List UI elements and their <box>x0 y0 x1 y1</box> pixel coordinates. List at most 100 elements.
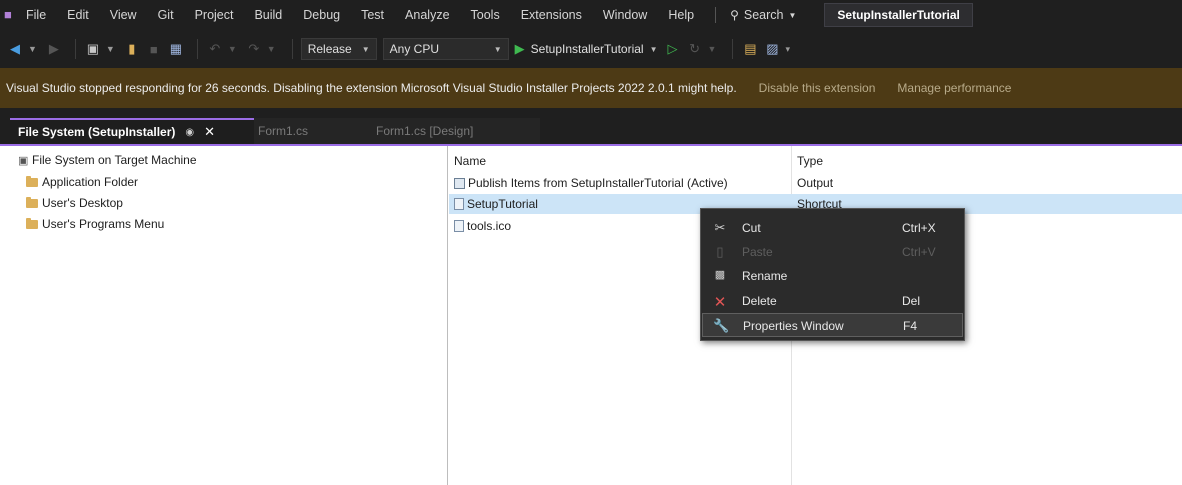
performance-infobar: Visual Studio stopped responding for 26 … <box>0 68 1182 108</box>
save-icon[interactable]: ■ <box>145 40 163 58</box>
toolbar-options-icon[interactable]: ▾ <box>785 44 790 55</box>
menu-item-shortcut: Ctrl+X <box>902 221 936 235</box>
search-button[interactable]: ⚲ Search ▼ <box>730 8 796 22</box>
column-header-type[interactable]: Type <box>797 154 823 168</box>
menu-extensions[interactable]: Extensions <box>521 8 582 22</box>
visual-studio-logo-icon[interactable]: ■ <box>4 8 14 22</box>
row-name: tools.ico <box>467 219 512 233</box>
navigate-back-icon[interactable]: ◀ <box>6 40 24 58</box>
solution-configuration-select[interactable]: Release ▼ <box>300 38 377 60</box>
chevron-down-icon[interactable]: ▼ <box>106 44 115 54</box>
chevron-down-icon: ▼ <box>361 44 370 54</box>
chevron-down-icon[interactable]: ▼ <box>228 44 237 54</box>
row-name-cell: Publish Items from SetupInstallerTutoria… <box>454 176 728 190</box>
file-system-tree: ▣ File System on Target Machine Applicat… <box>8 146 448 485</box>
solution-name-badge[interactable]: SetupInstallerTutorial <box>824 3 973 27</box>
tab-label: Form1.cs <box>258 124 309 138</box>
menu-item-label: Properties Window <box>743 319 844 333</box>
list-row[interactable]: Publish Items from SetupInstallerTutoria… <box>449 173 1182 193</box>
menu-project[interactable]: Project <box>195 8 234 22</box>
start-debugging-button[interactable]: ▶ SetupInstallerTutorial ▼ <box>515 41 658 57</box>
solution-explorer-icon[interactable]: ▤ <box>741 40 759 58</box>
menu-build[interactable]: Build <box>254 8 282 22</box>
menu-edit[interactable]: Edit <box>67 8 89 22</box>
manage-performance-link[interactable]: Manage performance <box>897 81 1011 95</box>
menu-test[interactable]: Test <box>361 8 384 22</box>
toolbar-separator <box>74 39 76 59</box>
menu-git[interactable]: Git <box>158 8 174 22</box>
new-project-icon[interactable]: ▣ <box>84 40 102 58</box>
startup-project-label: SetupInstallerTutorial <box>530 42 644 56</box>
platform-value: Any CPU <box>389 42 439 56</box>
standard-toolbar: ◀ ▼ ▶ ▣ ▼ ▮ ■ ▦ ↶ ▼ ↷ ▼ Release ▼ Any CP… <box>0 30 1182 68</box>
row-name-cell: SetupTutorial <box>454 197 538 211</box>
menu-file[interactable]: File <box>26 8 46 22</box>
context-menu-delete[interactable]: ✕ Delete Del <box>702 289 963 313</box>
tree-item-label: User's Programs Menu <box>42 217 165 231</box>
chevron-down-icon: ▼ <box>649 44 658 54</box>
scissors-icon: ✂ <box>714 220 726 235</box>
window-layout-icon[interactable]: ▨ <box>763 40 781 58</box>
tab-file-system[interactable]: File System (SetupInstaller) ◉ ✕ <box>10 118 254 144</box>
menu-analyze[interactable]: Analyze <box>405 8 449 22</box>
tree-item-application-folder[interactable]: Application Folder <box>26 175 138 189</box>
target-machine-icon: ▣ <box>18 154 29 167</box>
menu-item-label: Cut <box>742 221 761 235</box>
search-icon: ⚲ <box>730 8 739 22</box>
menu-item-label: Delete <box>742 294 777 308</box>
menu-tools[interactable]: Tools <box>471 8 500 22</box>
delete-icon: ✕ <box>713 294 727 311</box>
row-name: SetupTutorial <box>467 197 538 211</box>
tree-root-label: File System on Target Machine <box>32 153 197 167</box>
play-icon: ▶ <box>514 41 525 56</box>
tree-item-label: User's Desktop <box>42 196 123 210</box>
configuration-value: Release <box>307 42 352 56</box>
tree-item-label: Application Folder <box>42 175 139 189</box>
file-icon <box>454 220 464 232</box>
refresh-icon[interactable]: ↻ <box>686 40 704 58</box>
context-menu-paste[interactable]: ▯ Paste Ctrl+V <box>702 240 963 264</box>
close-icon[interactable]: ✕ <box>204 124 215 140</box>
redo-icon[interactable]: ↷ <box>245 40 263 58</box>
pin-icon[interactable]: ◉ <box>185 127 194 138</box>
context-menu: ✂ Cut Ctrl+X ▯ Paste Ctrl+V ▩ Rename ✕ D… <box>700 208 965 341</box>
save-all-icon[interactable]: ▦ <box>167 40 185 58</box>
menu-window[interactable]: Window <box>603 8 647 22</box>
tree-item-users-programs-menu[interactable]: User's Programs Menu <box>26 217 164 231</box>
menu-separator <box>715 7 717 23</box>
search-label: Search <box>743 8 784 22</box>
disable-extension-link[interactable]: Disable this extension <box>759 81 876 95</box>
open-folder-icon[interactable]: ▮ <box>123 40 141 58</box>
project-output-icon <box>454 177 465 189</box>
folder-icon <box>26 175 38 187</box>
menu-item-shortcut: F4 <box>903 319 918 333</box>
menu-view[interactable]: View <box>110 8 137 22</box>
menu-item-label: Rename <box>742 269 788 283</box>
chevron-down-icon[interactable]: ▼ <box>708 44 717 54</box>
column-header-name[interactable]: Name <box>454 154 486 168</box>
menu-item-shortcut: Del <box>902 294 921 308</box>
menu-debug[interactable]: Debug <box>303 8 340 22</box>
toolbar-separator <box>291 39 293 59</box>
wrench-icon: 🔧 <box>713 318 730 333</box>
tree-item-users-desktop[interactable]: User's Desktop <box>26 196 123 210</box>
tab-form1-cs[interactable]: Form1.cs <box>254 118 372 144</box>
tab-label: Form1.cs [Design] <box>376 124 474 138</box>
solution-platform-select[interactable]: Any CPU ▼ <box>382 38 509 60</box>
chevron-down-icon[interactable]: ▼ <box>28 44 37 54</box>
tree-root-item[interactable]: ▣ File System on Target Machine <box>18 153 197 167</box>
start-without-debugging-icon[interactable]: ▷ <box>664 40 682 58</box>
row-type: Output <box>797 176 834 190</box>
paste-icon: ▯ <box>716 244 724 259</box>
navigate-forward-icon[interactable]: ▶ <box>45 40 63 58</box>
folder-icon <box>26 196 38 208</box>
chevron-down-icon[interactable]: ▼ <box>267 44 276 54</box>
context-menu-rename[interactable]: ▩ Rename <box>702 264 963 288</box>
undo-icon[interactable]: ↶ <box>206 40 224 58</box>
menu-help[interactable]: Help <box>668 8 694 22</box>
context-menu-properties-window[interactable]: 🔧 Properties Window F4 <box>702 313 963 337</box>
chevron-down-icon: ▼ <box>788 10 797 20</box>
tab-form1-design[interactable]: Form1.cs [Design] <box>372 118 540 144</box>
tab-label: File System (SetupInstaller) <box>18 125 176 139</box>
context-menu-cut[interactable]: ✂ Cut Ctrl+X <box>702 216 963 240</box>
